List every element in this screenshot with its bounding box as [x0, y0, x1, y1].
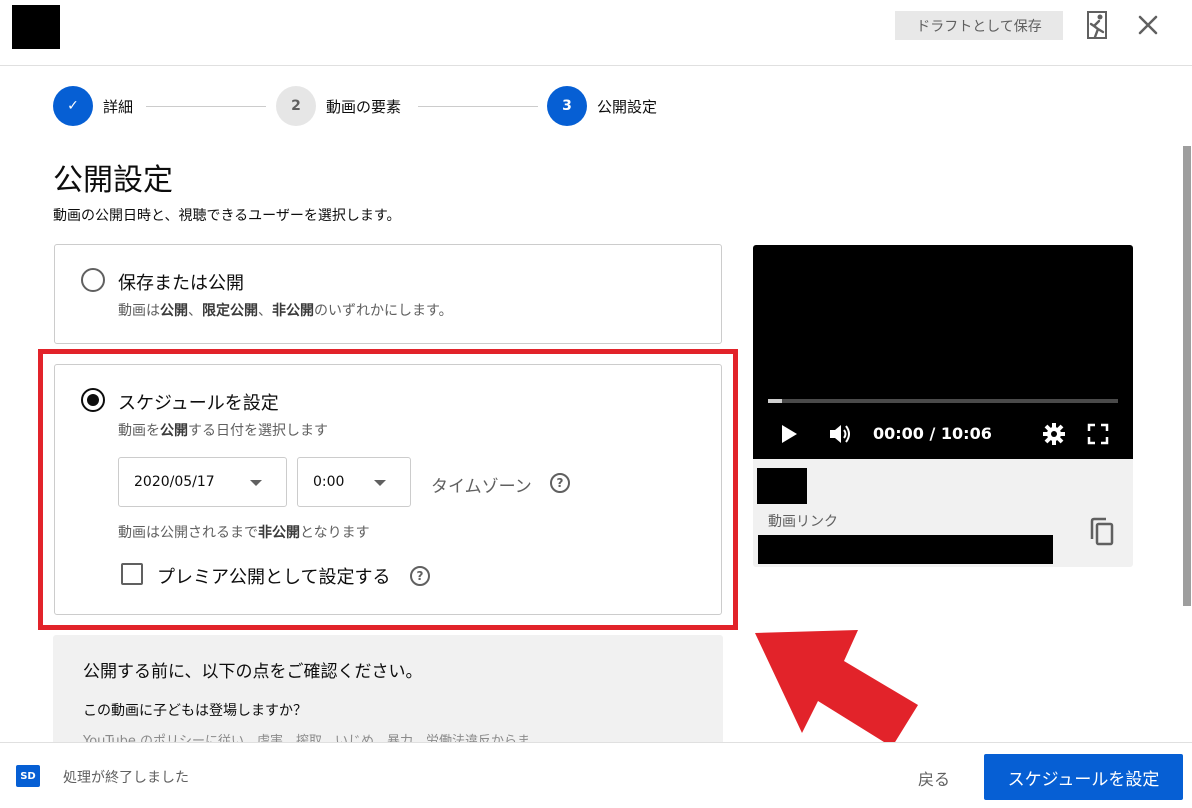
checklist-question: この動画に子どもは登場しますか？ [83, 703, 307, 719]
scrollbar-thumb[interactable] [1183, 146, 1191, 606]
channel-logo [12, 5, 60, 49]
annotation-arrow [755, 630, 918, 747]
processing-status: 処理が終了しました [63, 770, 189, 786]
step-3-label[interactable]: 公開設定 [597, 96, 657, 117]
checklist-heading: 公開する前に、以下の点をご確認ください。 [83, 662, 423, 682]
redacted-video-title [757, 468, 807, 504]
save-or-publish-radio[interactable] [81, 268, 105, 292]
step-connector [418, 106, 538, 107]
video-progress-fill [768, 399, 782, 403]
step-2-label[interactable]: 動画の要素 [326, 96, 401, 117]
page-subtitle: 動画の公開日時と、視聴できるユーザーを選択します。 [53, 208, 401, 224]
save-or-publish-description: 動画は公開、限定公開、非公開のいずれかにします。 [118, 303, 453, 319]
pre-publish-checklist: 公開する前に、以下の点をご確認ください。 この動画に子どもは登場しますか？ Yo… [53, 635, 723, 745]
back-button[interactable]: 戻る [918, 766, 950, 790]
video-progress-track[interactable] [768, 399, 1118, 403]
save-draft-button[interactable]: ドラフトとして保存 [895, 11, 1063, 40]
volume-icon[interactable] [828, 422, 854, 446]
schedule-button[interactable]: スケジュールを設定 [984, 754, 1183, 800]
close-icon[interactable] [1133, 10, 1163, 40]
step-1-label[interactable]: 詳細 [103, 96, 133, 117]
annotation-highlight-frame [38, 349, 738, 630]
redacted-video-link[interactable] [758, 535, 1053, 564]
settings-gear-icon[interactable] [1042, 422, 1066, 446]
step-2-number[interactable]: 2 [276, 86, 316, 126]
video-time-display: 00:00 / 10:06 [873, 424, 992, 443]
exit-icon[interactable] [1082, 10, 1112, 42]
page-title: 公開設定 [53, 163, 173, 198]
copy-icon[interactable] [1088, 517, 1116, 547]
step-connector [146, 106, 266, 107]
play-icon[interactable] [779, 424, 799, 444]
step-1-check[interactable]: ✓ [53, 86, 93, 126]
save-or-publish-title: 保存または公開 [118, 273, 244, 294]
step-3-number[interactable]: 3 [547, 86, 587, 126]
sd-quality-badge: SD [16, 765, 40, 787]
video-link-label: 動画リンク [768, 514, 838, 530]
fullscreen-icon[interactable] [1087, 423, 1109, 445]
